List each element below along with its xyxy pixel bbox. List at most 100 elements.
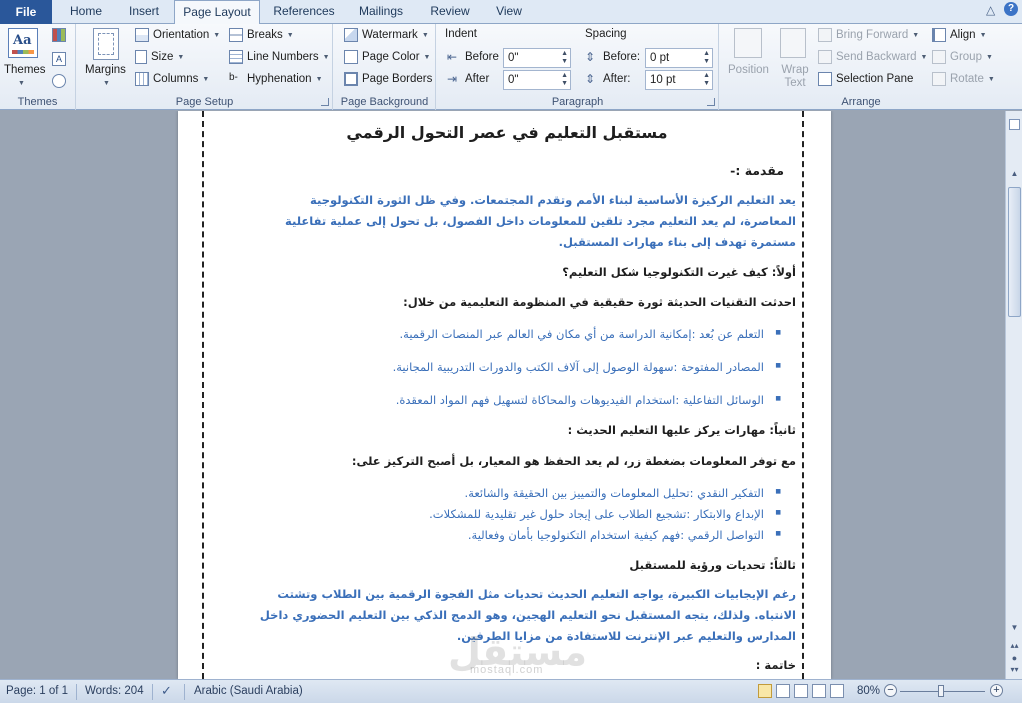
- paragraph-launcher-icon[interactable]: [707, 98, 715, 106]
- list-item: التفكير النقدي :تحليل المعلومات والتمييز…: [218, 486, 796, 500]
- group-themes: Aa Themes ▼ A Themes: [0, 24, 76, 110]
- rotate-label: Rotate: [950, 73, 984, 85]
- align-button[interactable]: Align ▼: [932, 28, 987, 42]
- spinner-icon[interactable]: ▲ ▼: [703, 72, 710, 88]
- theme-colors-icon[interactable]: [52, 28, 66, 42]
- zoom-in-icon[interactable]: +: [990, 684, 1003, 697]
- line-numbers-button[interactable]: Line Numbers ▼: [229, 50, 330, 64]
- send-backward-button[interactable]: Send Backward ▼: [818, 50, 927, 64]
- tab-file[interactable]: File: [0, 0, 52, 24]
- word-count[interactable]: Words: 204: [85, 685, 144, 697]
- page-borders-label: Page Borders: [362, 73, 433, 85]
- scroll-down-icon[interactable]: ▼: [1008, 621, 1021, 635]
- group-page-background: Watermark ▼ Page Color ▼ Page Borders Pa…: [334, 24, 436, 110]
- group-label-arrange: Arrange: [841, 96, 881, 108]
- margins-button[interactable]: Margins: [85, 64, 126, 76]
- line-numbers-label: Line Numbers: [247, 51, 319, 63]
- watermark-label: Watermark: [362, 29, 418, 41]
- wrap-text-button[interactable]: Wrap Text: [778, 64, 812, 90]
- zoom-out-icon[interactable]: −: [884, 684, 897, 697]
- margins-icon: [93, 28, 119, 60]
- tab-insert[interactable]: Insert: [118, 0, 170, 24]
- themes-dropdown-icon: ▼: [18, 80, 25, 87]
- proofing-icon[interactable]: ✓: [161, 683, 172, 699]
- spinner-icon[interactable]: ▲ ▼: [561, 72, 568, 88]
- tab-view[interactable]: View: [488, 0, 530, 24]
- print-layout-view-icon[interactable]: [758, 684, 772, 698]
- indent-header: Indent: [445, 28, 477, 40]
- spacing-before-icon: ⇕: [585, 50, 596, 64]
- tab-page-layout[interactable]: Page Layout: [174, 0, 260, 25]
- tab-review[interactable]: Review: [422, 0, 478, 24]
- view-ruler-icon[interactable]: [1009, 119, 1020, 130]
- section3-line-2: الانتباه. ولذلك، يتجه المستقبل نحو التعل…: [259, 608, 796, 622]
- theme-fonts-icon[interactable]: A: [52, 52, 66, 66]
- wrap-text-icon: [780, 28, 806, 58]
- indent-before-label: Before: [465, 51, 499, 63]
- bring-forward-button[interactable]: Bring Forward ▼: [818, 28, 919, 42]
- tab-mailings[interactable]: Mailings: [350, 0, 412, 24]
- spinner-icon[interactable]: ▲ ▼: [561, 50, 568, 66]
- page-setup-launcher-icon[interactable]: [321, 98, 329, 106]
- indent-before-input[interactable]: 0" ▲ ▼: [503, 48, 571, 68]
- section3-heading: ثالثاً: تحديات ورؤية للمستقبل: [629, 558, 796, 572]
- page-borders-icon: [344, 72, 358, 86]
- chevron-down-icon: ▼: [987, 75, 995, 83]
- document-area[interactable]: مستقبل التعليم في عصر التحول الرقمي مقدم…: [0, 111, 1005, 679]
- page-color-button[interactable]: Page Color ▼: [344, 50, 430, 64]
- page-borders-button[interactable]: Page Borders: [344, 72, 432, 86]
- language-indicator[interactable]: Arabic (Saudi Arabia): [194, 685, 303, 697]
- breaks-button[interactable]: Breaks ▼: [229, 28, 294, 42]
- hyphenation-button[interactable]: b‐ Hyphenation ▼: [229, 72, 323, 86]
- site-watermark-url: mostaql.com: [470, 664, 544, 676]
- spacing-header: Spacing: [585, 28, 627, 40]
- orientation-label: Orientation: [153, 29, 210, 41]
- list-item: الوسائل التفاعلية :استخدام الفيديوهات وا…: [218, 393, 796, 407]
- themes-button[interactable]: Themes: [4, 64, 46, 76]
- hyphenation-icon: b‐: [229, 72, 238, 83]
- rotate-button[interactable]: Rotate ▼: [932, 72, 995, 86]
- page-count[interactable]: Page: 1 of 1: [6, 685, 68, 697]
- document-title: مستقبل التعليم في عصر التحول الرقمي: [346, 123, 668, 142]
- section1-heading: أولاً: كيف غيرت التكنولوجيا شكل التعليم؟: [562, 265, 796, 279]
- chevron-down-icon: ▼: [421, 31, 429, 39]
- outline-view-icon[interactable]: [812, 684, 826, 698]
- watermark-button[interactable]: Watermark ▼: [344, 28, 429, 42]
- ribbon-tab-bar: File Home Insert Page Layout References …: [0, 0, 1022, 25]
- selection-pane-button[interactable]: Selection Pane: [818, 72, 913, 86]
- chevron-down-icon: ▼: [177, 53, 185, 61]
- zoom-level[interactable]: 80%: [857, 685, 880, 697]
- chevron-down-icon: ▼: [286, 31, 294, 39]
- spacing-after-input[interactable]: 10 pt ▲ ▼: [645, 70, 713, 90]
- draft-view-icon[interactable]: [830, 684, 844, 698]
- tab-home[interactable]: Home: [60, 0, 112, 24]
- web-layout-icon[interactable]: [794, 684, 808, 698]
- theme-effects-icon[interactable]: [52, 74, 66, 88]
- spacing-after-label: After:: [603, 73, 631, 85]
- full-screen-reading-icon[interactable]: [776, 684, 790, 698]
- group-page-setup: Margins ▼ Orientation ▼ Size ▼ Columns ▼…: [77, 24, 333, 110]
- orientation-button[interactable]: Orientation ▼: [135, 28, 220, 42]
- vertical-scrollbar[interactable]: ▲ ▼ ▴▴ ● ▾▾: [1005, 111, 1022, 679]
- scroll-up-icon[interactable]: ▲: [1008, 167, 1021, 181]
- list-item: الإبداع والابتكار :تشجيع الطلاب على إيجا…: [218, 507, 796, 521]
- next-page-icon[interactable]: ▾▾: [1008, 663, 1021, 677]
- minimize-ribbon-icon[interactable]: △: [986, 3, 995, 17]
- spinner-icon[interactable]: ▲ ▼: [703, 50, 710, 66]
- status-divider: [152, 684, 153, 700]
- group-label-page-setup: Page Setup: [175, 96, 234, 108]
- zoom-slider-thumb[interactable]: [938, 685, 944, 697]
- align-label: Align: [950, 29, 976, 41]
- group-button[interactable]: Group ▼: [932, 50, 993, 64]
- size-button[interactable]: Size ▼: [135, 50, 184, 64]
- spacing-before-input[interactable]: 0 pt ▲ ▼: [645, 48, 713, 68]
- columns-label: Columns: [153, 73, 199, 85]
- help-icon[interactable]: ?: [1004, 2, 1018, 16]
- indent-left-icon: ⇤: [447, 50, 458, 64]
- document-page[interactable]: مستقبل التعليم في عصر التحول الرقمي مقدم…: [178, 111, 831, 679]
- columns-button[interactable]: Columns ▼: [135, 72, 209, 86]
- indent-after-input[interactable]: 0" ▲ ▼: [503, 70, 571, 90]
- tab-references[interactable]: References: [268, 0, 340, 24]
- scrollbar-thumb[interactable]: [1008, 187, 1021, 317]
- position-button[interactable]: Position: [728, 64, 769, 76]
